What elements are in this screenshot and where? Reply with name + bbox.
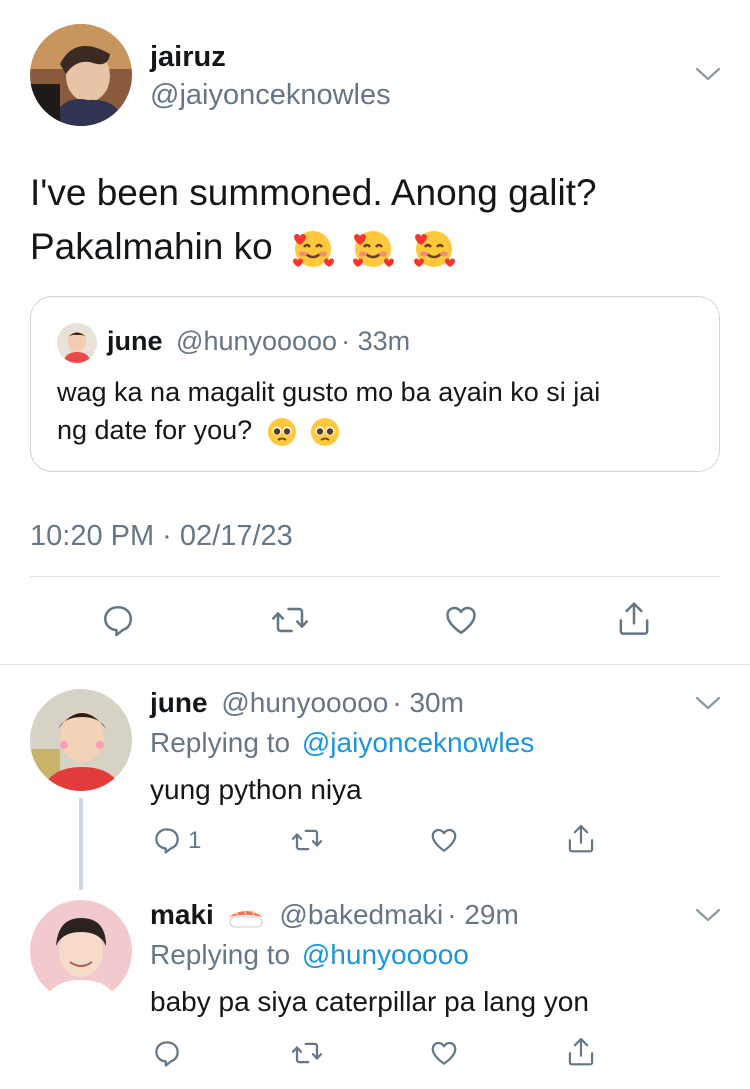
author-name[interactable]: jairuz <box>150 40 226 74</box>
reply-icon[interactable] <box>152 1038 182 1068</box>
retweet-icon[interactable] <box>270 602 310 638</box>
reply-header: maki @bakedmaki · 29m <box>150 898 519 932</box>
quote-text-line: wag ka na magalit gusto mo ba ayain ko s… <box>57 377 601 407</box>
smiling-face-with-hearts-icon <box>291 227 335 271</box>
tweet-text-line: I've been summoned. Anong galit? <box>30 172 597 213</box>
avatar[interactable] <box>30 689 132 791</box>
like-icon[interactable] <box>428 825 460 855</box>
smiling-face-with-hearts-icon <box>351 227 395 271</box>
pleading-face-icon <box>266 416 298 448</box>
retweet-icon[interactable] <box>290 825 324 855</box>
section-divider <box>0 664 750 665</box>
reply-text: yung python niya <box>150 774 362 805</box>
reply-header: june @hunyooooo · 30m <box>150 686 464 720</box>
reply-author-name[interactable]: maki <box>150 899 214 930</box>
smiling-face-with-hearts-icon <box>412 227 456 271</box>
reply-time: · 29m <box>447 899 519 930</box>
replying-to: Replying to @hunyooooo <box>150 938 469 972</box>
reply-text: baby pa siya caterpillar pa lang yon <box>150 986 589 1017</box>
quote-text: wag ka na magalit gusto mo ba ayain ko s… <box>57 373 707 449</box>
reply-time: · 30m <box>392 687 464 718</box>
quote-author-handle: @hunyooooo <box>176 326 338 356</box>
author-handle[interactable]: @jaiyonceknowles <box>150 78 391 112</box>
quote-time: · 33m <box>341 326 411 356</box>
tweet-text-line-2: Pakalmahin ko <box>30 220 730 274</box>
chevron-down-icon[interactable] <box>693 64 723 84</box>
divider <box>30 576 720 577</box>
replying-to: Replying to @jaiyonceknowles <box>150 726 534 760</box>
reply-author-handle[interactable]: @hunyooooo <box>221 687 388 718</box>
tweet-text: I've been summoned. Anong galit? Pakalma… <box>30 166 730 274</box>
replying-to-link[interactable]: @jaiyonceknowles <box>302 727 534 758</box>
replying-to-link[interactable]: @hunyooooo <box>302 939 469 970</box>
replying-to-label: Replying to <box>150 727 291 758</box>
replying-to-label: Replying to <box>150 939 291 970</box>
chevron-down-icon[interactable] <box>693 905 723 925</box>
avatar[interactable] <box>30 900 132 1002</box>
reply-icon[interactable] <box>100 602 136 638</box>
quote-text-line-2: ng date for you? <box>57 411 707 449</box>
tweet-text-line: Pakalmahin ko <box>30 226 273 267</box>
share-icon[interactable] <box>616 600 652 638</box>
quote-header: june @hunyooooo · 33m <box>107 325 410 357</box>
tweet-timestamp[interactable]: 10:20 PM · 02/17/23 <box>30 518 293 554</box>
sushi-icon <box>226 903 266 931</box>
quoted-tweet[interactable]: june @hunyooooo · 33m wag ka na magalit g… <box>30 296 720 472</box>
pleading-face-icon <box>309 416 341 448</box>
quote-author-name: june <box>107 326 163 356</box>
share-icon[interactable] <box>566 823 596 855</box>
like-icon[interactable] <box>442 602 480 638</box>
chevron-down-icon[interactable] <box>693 693 723 713</box>
reply-author-name[interactable]: june <box>150 687 208 718</box>
like-icon[interactable] <box>428 1038 460 1068</box>
reply-author-handle[interactable]: @bakedmaki <box>279 899 443 930</box>
reply-count: 1 <box>188 827 202 854</box>
avatar[interactable] <box>30 24 132 126</box>
retweet-icon[interactable] <box>290 1038 324 1068</box>
avatar <box>57 323 97 363</box>
share-icon[interactable] <box>566 1036 596 1068</box>
vertical-thread-line <box>79 798 83 890</box>
reply-icon[interactable] <box>152 825 182 855</box>
quote-text-line: ng date for you? <box>57 415 253 445</box>
